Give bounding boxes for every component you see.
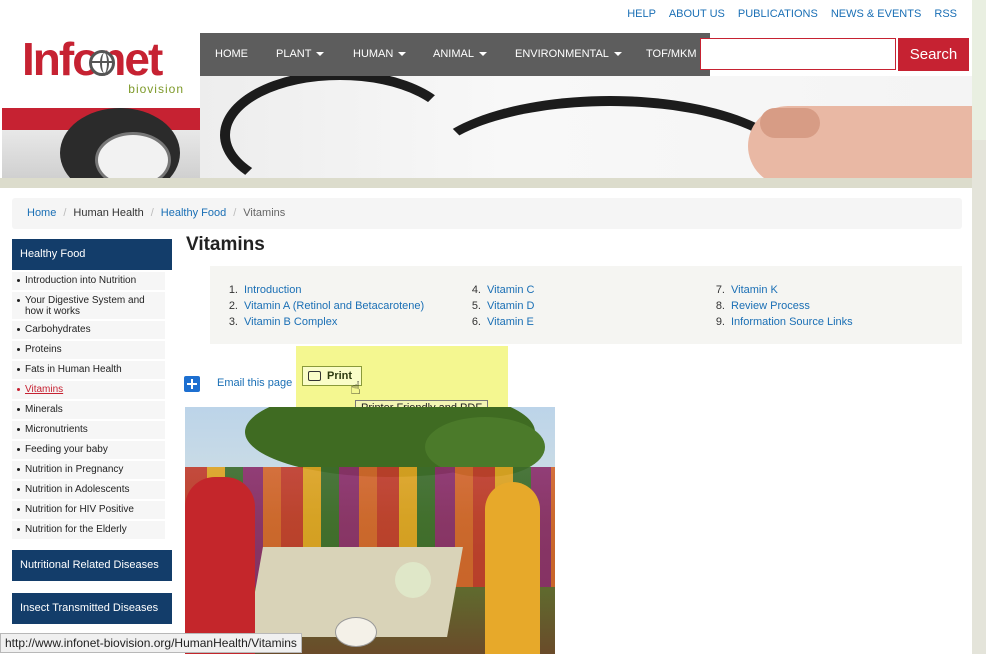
chevron-down-icon bbox=[316, 52, 325, 57]
breadcrumb-home[interactable]: Home bbox=[27, 207, 56, 219]
rss-link[interactable]: RSS bbox=[934, 8, 957, 20]
nav-human[interactable]: HUMAN bbox=[353, 33, 407, 76]
help-link[interactable]: HELP bbox=[627, 8, 656, 20]
breadcrumb-current: Vitamins bbox=[243, 207, 286, 219]
sidebar-item-feeding-baby[interactable]: Feeding your baby bbox=[12, 441, 165, 459]
sidebar-item-pregnancy[interactable]: Nutrition in Pregnancy bbox=[12, 461, 165, 479]
toc-item[interactable]: 7. Vitamin K bbox=[711, 282, 853, 298]
sidebar-box-insect-diseases[interactable]: Insect Transmitted Diseases bbox=[12, 593, 172, 624]
main-navigation: HOME PLANT HUMAN ANIMAL ENVIRONMENTAL TO… bbox=[200, 33, 710, 76]
toc-item[interactable]: 9. Information Source Links bbox=[711, 314, 853, 330]
sidebar-item-adolescents[interactable]: Nutrition in Adolescents bbox=[12, 481, 165, 499]
nav-plant[interactable]: PLANT bbox=[276, 33, 325, 76]
sidebar-item-introduction[interactable]: Introduction into Nutrition bbox=[12, 272, 165, 290]
sidebar-item-elderly[interactable]: Nutrition for the Elderly bbox=[12, 521, 165, 539]
sidebar-item-fats[interactable]: Fats in Human Health bbox=[12, 361, 165, 379]
chevron-down-icon bbox=[613, 52, 622, 57]
sidebar-box-nutritional-diseases[interactable]: Nutritional Related Diseases bbox=[12, 550, 172, 581]
toc-item[interactable]: 2. Vitamin A (Retinol and Betacarotene) bbox=[224, 298, 424, 314]
header-divider bbox=[0, 178, 972, 188]
site-header: HELP ABOUT US PUBLICATIONS NEWS & EVENTS… bbox=[0, 0, 972, 178]
search-button[interactable]: Search bbox=[898, 38, 969, 71]
print-label: Print bbox=[327, 370, 353, 382]
logo-subtitle: biovision bbox=[128, 82, 184, 96]
utility-links: HELP ABOUT US PUBLICATIONS NEWS & EVENTS… bbox=[617, 8, 957, 20]
publications-link[interactable]: PUBLICATIONS bbox=[738, 8, 818, 20]
toc-item[interactable]: 3. Vitamin B Complex bbox=[224, 314, 424, 330]
page: HELP ABOUT US PUBLICATIONS NEWS & EVENTS… bbox=[0, 0, 972, 654]
toc-item[interactable]: 8. Review Process bbox=[711, 298, 853, 314]
globe-cursor-icon bbox=[89, 50, 115, 76]
infonet-logo[interactable]: Infonet biovision bbox=[22, 34, 192, 104]
sidebar-item-vitamins[interactable]: Vitamins bbox=[12, 381, 165, 399]
finger-graphic bbox=[760, 108, 820, 138]
about-us-link[interactable]: ABOUT US bbox=[669, 8, 725, 20]
page-title: Vitamins bbox=[186, 234, 265, 255]
email-page-link[interactable]: Email this page bbox=[217, 377, 292, 389]
printer-icon bbox=[308, 371, 321, 381]
breadcrumb-human-health: Human Health bbox=[73, 207, 144, 219]
toc-item[interactable]: 4. Vitamin C bbox=[467, 282, 535, 298]
chevron-down-icon bbox=[398, 52, 407, 57]
breadcrumb-healthy-food[interactable]: Healthy Food bbox=[161, 207, 226, 219]
nav-tof-mkm[interactable]: TOF/MKM bbox=[646, 33, 697, 76]
sidebar-item-minerals[interactable]: Minerals bbox=[12, 401, 165, 419]
breadcrumb: Home / Human Health / Healthy Food / Vitamins bbox=[12, 198, 962, 229]
browser-status-url: http://www.infonet-biovision.org/HumanHe… bbox=[0, 633, 302, 653]
hand-pointer-cursor-icon: ☝ bbox=[350, 378, 361, 398]
table-of-contents: 1. Introduction 2. Vitamin A (Retinol and … bbox=[210, 266, 962, 344]
search-input[interactable] bbox=[700, 38, 896, 70]
sidebar-item-carbohydrates[interactable]: Carbohydrates bbox=[12, 321, 165, 339]
sidebar-list: Introduction into Nutrition Your Digesti… bbox=[12, 272, 165, 541]
sidebar-item-proteins[interactable]: Proteins bbox=[12, 341, 165, 359]
nav-animal[interactable]: ANIMAL bbox=[433, 33, 487, 76]
sidebar-heading[interactable]: Healthy Food bbox=[12, 239, 172, 270]
sidebar-item-hiv-positive[interactable]: Nutrition for HIV Positive bbox=[12, 501, 165, 519]
toc-item[interactable]: 1. Introduction bbox=[224, 282, 424, 298]
toc-item[interactable]: 5. Vitamin D bbox=[467, 298, 535, 314]
window-scroll-gutter[interactable] bbox=[972, 0, 986, 654]
nav-home[interactable]: HOME bbox=[215, 33, 248, 76]
market-women-photo bbox=[185, 407, 555, 654]
chevron-down-icon bbox=[478, 52, 487, 57]
toc-item[interactable]: 6. Vitamin E bbox=[467, 314, 534, 330]
news-events-link[interactable]: NEWS & EVENTS bbox=[831, 8, 921, 20]
sidebar-item-digestive-system[interactable]: Your Digestive System and how it works bbox=[12, 292, 165, 319]
share-plus-icon[interactable] bbox=[184, 376, 200, 392]
nav-environmental[interactable]: ENVIRONMENTAL bbox=[515, 33, 622, 76]
sidebar-item-micronutrients[interactable]: Micronutrients bbox=[12, 421, 165, 439]
